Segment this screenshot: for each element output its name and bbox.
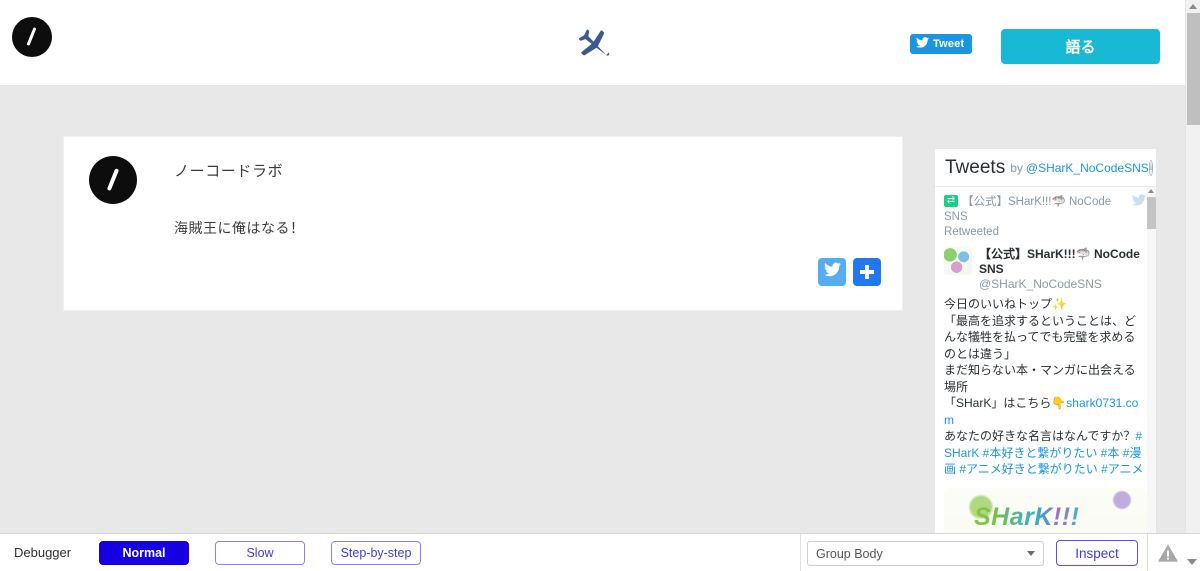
page-body: ノーコードラボ 海賊王に俺はなる！ Tweets by @SHarK_NoCod… [0, 86, 1185, 533]
tweet-author-handle[interactable]: @SHarK_NoCodeSNS [979, 277, 1146, 292]
add-share-button[interactable] [853, 258, 881, 286]
twitter-bird-icon [916, 35, 929, 53]
media-title-text: SHarK!!! [974, 502, 1080, 531]
widget-scrollbar-thumb[interactable] [1147, 197, 1156, 229]
talk-button[interactable]: 語る [1001, 29, 1160, 64]
twitter-bird-icon [823, 262, 841, 282]
airplane-icon [571, 18, 619, 66]
twitter-widget-header: Tweets by @SHarK_NoCodeSNS i [935, 149, 1156, 187]
tweet-media-image[interactable]: SHarK!!! NoCodeCamp杯 [944, 487, 1148, 533]
tweet-author-row: 【公式】SHarK!!!🦈 NoCode SNS @SHarK_NoCodeSN… [944, 247, 1146, 292]
info-icon[interactable]: i [1148, 159, 1154, 176]
twitter-widget-by-label: by [1010, 160, 1023, 175]
retweet-account-text: 【公式】SHarK!!!🦈 NoCode SNS [944, 196, 1112, 223]
retweet-context-row: 【公式】SHarK!!!🦈 NoCode SNS Retweeted [944, 193, 1146, 240]
retweeted-label: Retweeted [944, 226, 999, 238]
debugger-label: Debugger [14, 545, 72, 560]
debugger-speed-normal[interactable]: Normal [99, 541, 189, 565]
twitter-bird-icon [1132, 194, 1146, 211]
debugger-collapse-caret[interactable] [1187, 559, 1197, 565]
post-body-text: 海賊王に俺はなる！ [174, 220, 305, 236]
twitter-widget-account-link[interactable]: @SHarK_NoCodeSNS [1026, 161, 1149, 175]
post-card: ノーコードラボ 海賊王に俺はなる！ [63, 136, 903, 311]
post-author-name: ノーコードラボ [174, 163, 284, 180]
tweet-body-text: 今日のいいねトップ✨ 「最高を追求するということは、どんな犠牲を払ってでも完璧を… [944, 296, 1146, 478]
swoosh-circle-avatar [89, 156, 137, 204]
tweet-line-4: 「SHarK」はこちら👇 [944, 396, 1067, 410]
twitter-widget-scroll-area[interactable]: 【公式】SHarK!!!🦈 NoCode SNS Retweeted 【公式】S… [935, 187, 1156, 533]
avatar-slash-mark [106, 168, 119, 191]
debugger-speed-step[interactable]: Step-by-step [331, 541, 421, 565]
tweet-author-names: 【公式】SHarK!!!🦈 NoCode SNS @SHarK_NoCodeSN… [979, 247, 1146, 292]
logo-slash-mark [26, 27, 37, 46]
share-button-row [818, 258, 881, 286]
page-scrollbar-thumb[interactable] [1187, 13, 1200, 125]
app-root: Tweet 語る ノーコードラボ 海賊王に俺はなる！ Tweets by @SH… [0, 0, 1200, 571]
tweet-line-2: 「最高を追求するということは、どんな犠牲を払ってでも完璧を求めるのとは違う」 [944, 313, 1137, 361]
inspect-button[interactable]: Inspect [1056, 540, 1138, 566]
shark-avatar[interactable] [944, 247, 972, 275]
twitter-share-button[interactable] [818, 258, 846, 286]
chevron-down-icon [1027, 551, 1035, 556]
tweet-button[interactable]: Tweet [910, 34, 973, 54]
widget-scrollbar[interactable] [1147, 187, 1156, 533]
scroll-up-arrow-icon[interactable] [1148, 189, 1154, 193]
tweet-button-label: Tweet [933, 38, 965, 50]
debugger-divider [800, 534, 801, 571]
twitter-timeline-widget: Tweets by @SHarK_NoCodeSNS i 【公式】SHarK!!… [934, 148, 1157, 533]
page-scroll-up-button[interactable] [1186, 0, 1200, 13]
retweet-icon [944, 193, 958, 208]
tweet-line-3: まだ知らない本・マンガに出会える場所 [944, 363, 1136, 394]
debugger-bar: Debugger Normal Slow Step-by-step Group … [0, 533, 1200, 571]
page-scrollbar[interactable] [1185, 0, 1200, 533]
swoosh-circle-logo[interactable] [12, 17, 52, 57]
site-header: Tweet 語る [0, 0, 1185, 86]
plus-icon [859, 264, 875, 280]
debugger-divider-2 [1147, 534, 1148, 571]
warning-triangle-icon[interactable] [1157, 543, 1179, 563]
tweet-author-display-name[interactable]: 【公式】SHarK!!!🦈 NoCode SNS [979, 247, 1146, 277]
media-splatter-purple [1112, 489, 1132, 510]
element-scope-select[interactable]: Group Body [807, 541, 1044, 566]
tweet-line-1: 今日のいいねトップ✨ [944, 297, 1067, 311]
tweet-line-5: あなたの好きな名言はなんですか？ [944, 429, 1136, 443]
element-scope-value: Group Body [816, 546, 883, 561]
chevron-up-icon [1189, 4, 1197, 9]
twitter-widget-title: Tweets [945, 156, 1006, 178]
debugger-speed-slow[interactable]: Slow [215, 541, 305, 565]
